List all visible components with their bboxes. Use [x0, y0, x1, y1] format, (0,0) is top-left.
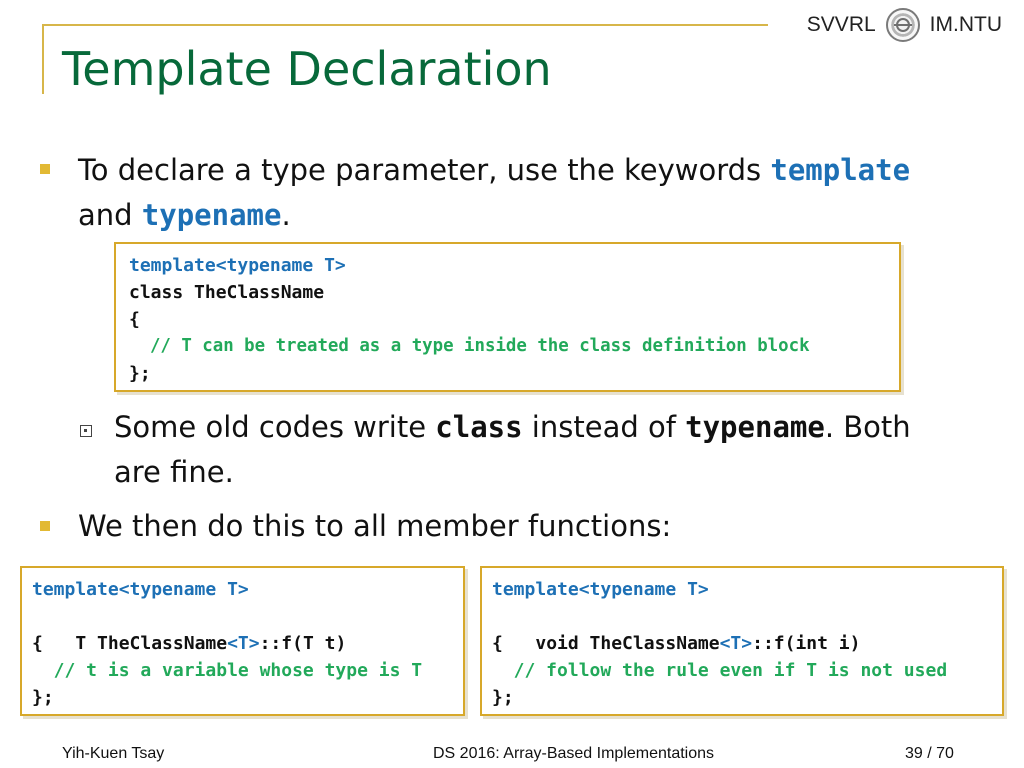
brand-right: IM.NTU — [929, 13, 1002, 36]
bullet-1-suffix: . — [281, 198, 291, 232]
code2-line5: }; — [32, 687, 54, 708]
footer-course: DS 2016: Array-Based Implementations — [433, 745, 715, 762]
code-block-member-function-right: template<typename T> void TheClassName<T… — [480, 566, 1004, 716]
top-frame-line — [42, 24, 768, 26]
footer-page-total: / 70 — [927, 745, 954, 762]
brand-left: SVVRL — [806, 13, 876, 36]
subbullet-text-line1: Some old codes write class instead of ty… — [114, 407, 911, 447]
footer-author: Yih-Kuen Tsay — [62, 745, 165, 762]
keyword-typename-2: typename — [685, 410, 825, 444]
footer-page: 39 / 70 — [905, 745, 954, 763]
bullet-text-1b: and typename. — [78, 195, 291, 235]
bullet-1-line2-prefix: and — [78, 198, 142, 232]
bullet-text-1: To declare a type parameter, use the key… — [78, 150, 910, 190]
code1-line5: }; — [129, 363, 151, 384]
code2-line2-b: <T> — [227, 633, 260, 654]
subbullet-prefix: Some old codes write — [114, 410, 436, 444]
code2-line2-a: T TheClassName — [75, 633, 228, 654]
code1-line1: template<typename T> — [129, 255, 346, 276]
ntu-seal-icon — [885, 8, 920, 42]
code2-line1: template<typename T> — [32, 579, 249, 600]
page-title: Template Declaration — [62, 42, 552, 96]
bullet-square-1 — [40, 164, 50, 174]
code3-line2-b: <T> — [719, 633, 753, 654]
code3-line5: }; — [492, 687, 514, 708]
bullet-square-2 — [40, 521, 50, 531]
keyword-class: class — [435, 410, 523, 444]
code1-line4: // T can be treated as a type inside the… — [129, 336, 810, 356]
footer-page-number: 39 — [905, 745, 923, 762]
subbullet-suffix: . Both — [824, 410, 911, 444]
code2-line2-c: ::f(T t) — [259, 633, 347, 654]
subbullet-text-line2: are fine. — [114, 455, 234, 489]
code2-line3: { — [32, 633, 43, 654]
code-block-member-function-left: template<typename T> T TheClassName<T>::… — [20, 566, 465, 716]
code1-line2: class TheClassName — [129, 282, 325, 303]
brand-header: SVVRL IM.NTU — [807, 8, 1002, 42]
code3-line2-a: void TheClassName — [535, 633, 720, 654]
code2-line4: // t is a variable whose type is T — [32, 660, 423, 681]
keyword-template: template — [770, 153, 911, 187]
subbullet-middle: instead of — [522, 410, 686, 444]
keyword-typename: typename — [141, 198, 282, 232]
code1-line3: { — [129, 309, 140, 330]
code-block-class: template<typename T> class TheClassName … — [114, 242, 901, 392]
code3-line3: { — [492, 633, 503, 654]
code3-line4: // follow the rule even if T is not used — [492, 660, 948, 681]
bullet-1-line1-prefix: To declare a type parameter, use the key… — [78, 153, 771, 187]
code3-line2-c: ::f(int i) — [752, 633, 861, 654]
subbullet-icon — [80, 425, 92, 437]
left-frame-line — [42, 24, 44, 94]
code3-line1: template<typename T> — [492, 579, 709, 600]
bullet-text-2: We then do this to all member functions: — [78, 509, 672, 543]
